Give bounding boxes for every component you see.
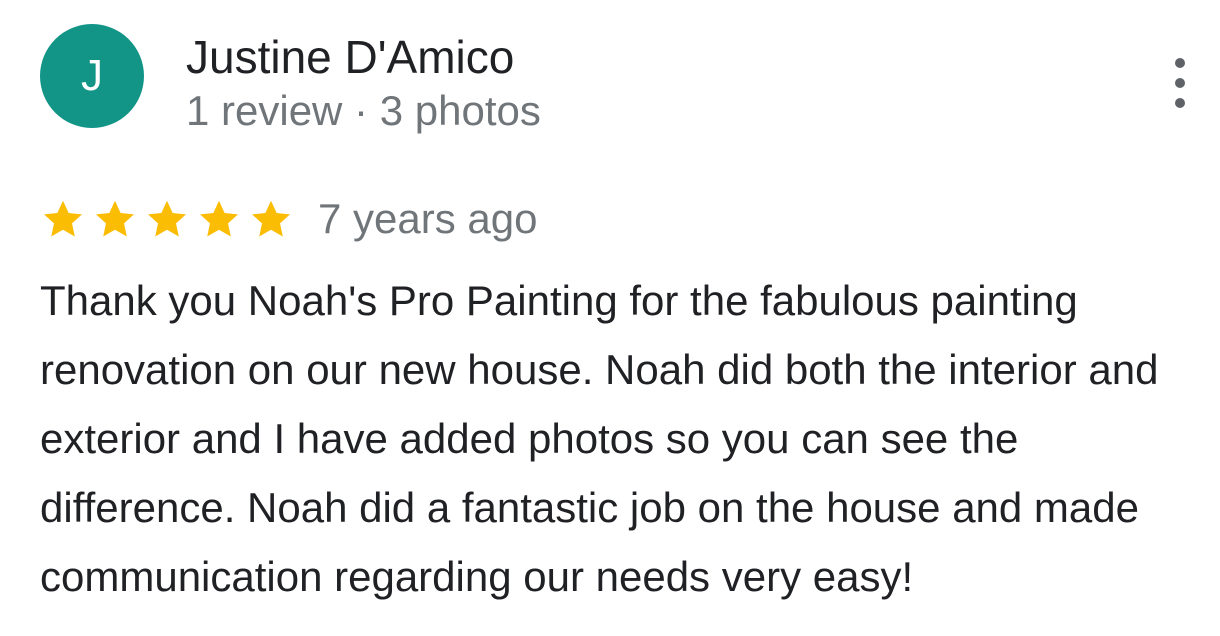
avatar[interactable]: J xyxy=(40,24,144,128)
star-icon xyxy=(252,200,290,237)
more-dot xyxy=(1175,78,1185,88)
star-icon xyxy=(148,200,186,237)
more-options-icon[interactable] xyxy=(1160,58,1200,108)
star-rating xyxy=(40,196,300,242)
more-dot xyxy=(1175,58,1185,68)
review-card: J Justine D'Amico 1 review · 3 photos 7 … xyxy=(0,0,1220,636)
reviewer-name[interactable]: Justine D'Amico xyxy=(186,30,514,84)
star-icon xyxy=(200,200,238,237)
reviewer-meta: 1 review · 3 photos xyxy=(186,87,541,134)
rating-row: 7 years ago xyxy=(40,192,537,246)
review-time: 7 years ago xyxy=(318,195,538,242)
avatar-initial: J xyxy=(81,51,103,100)
star-icon xyxy=(44,200,82,237)
more-dot xyxy=(1175,98,1185,108)
star-icon xyxy=(96,200,134,237)
review-text: Thank you Noah's Pro Painting for the fa… xyxy=(40,277,1159,600)
